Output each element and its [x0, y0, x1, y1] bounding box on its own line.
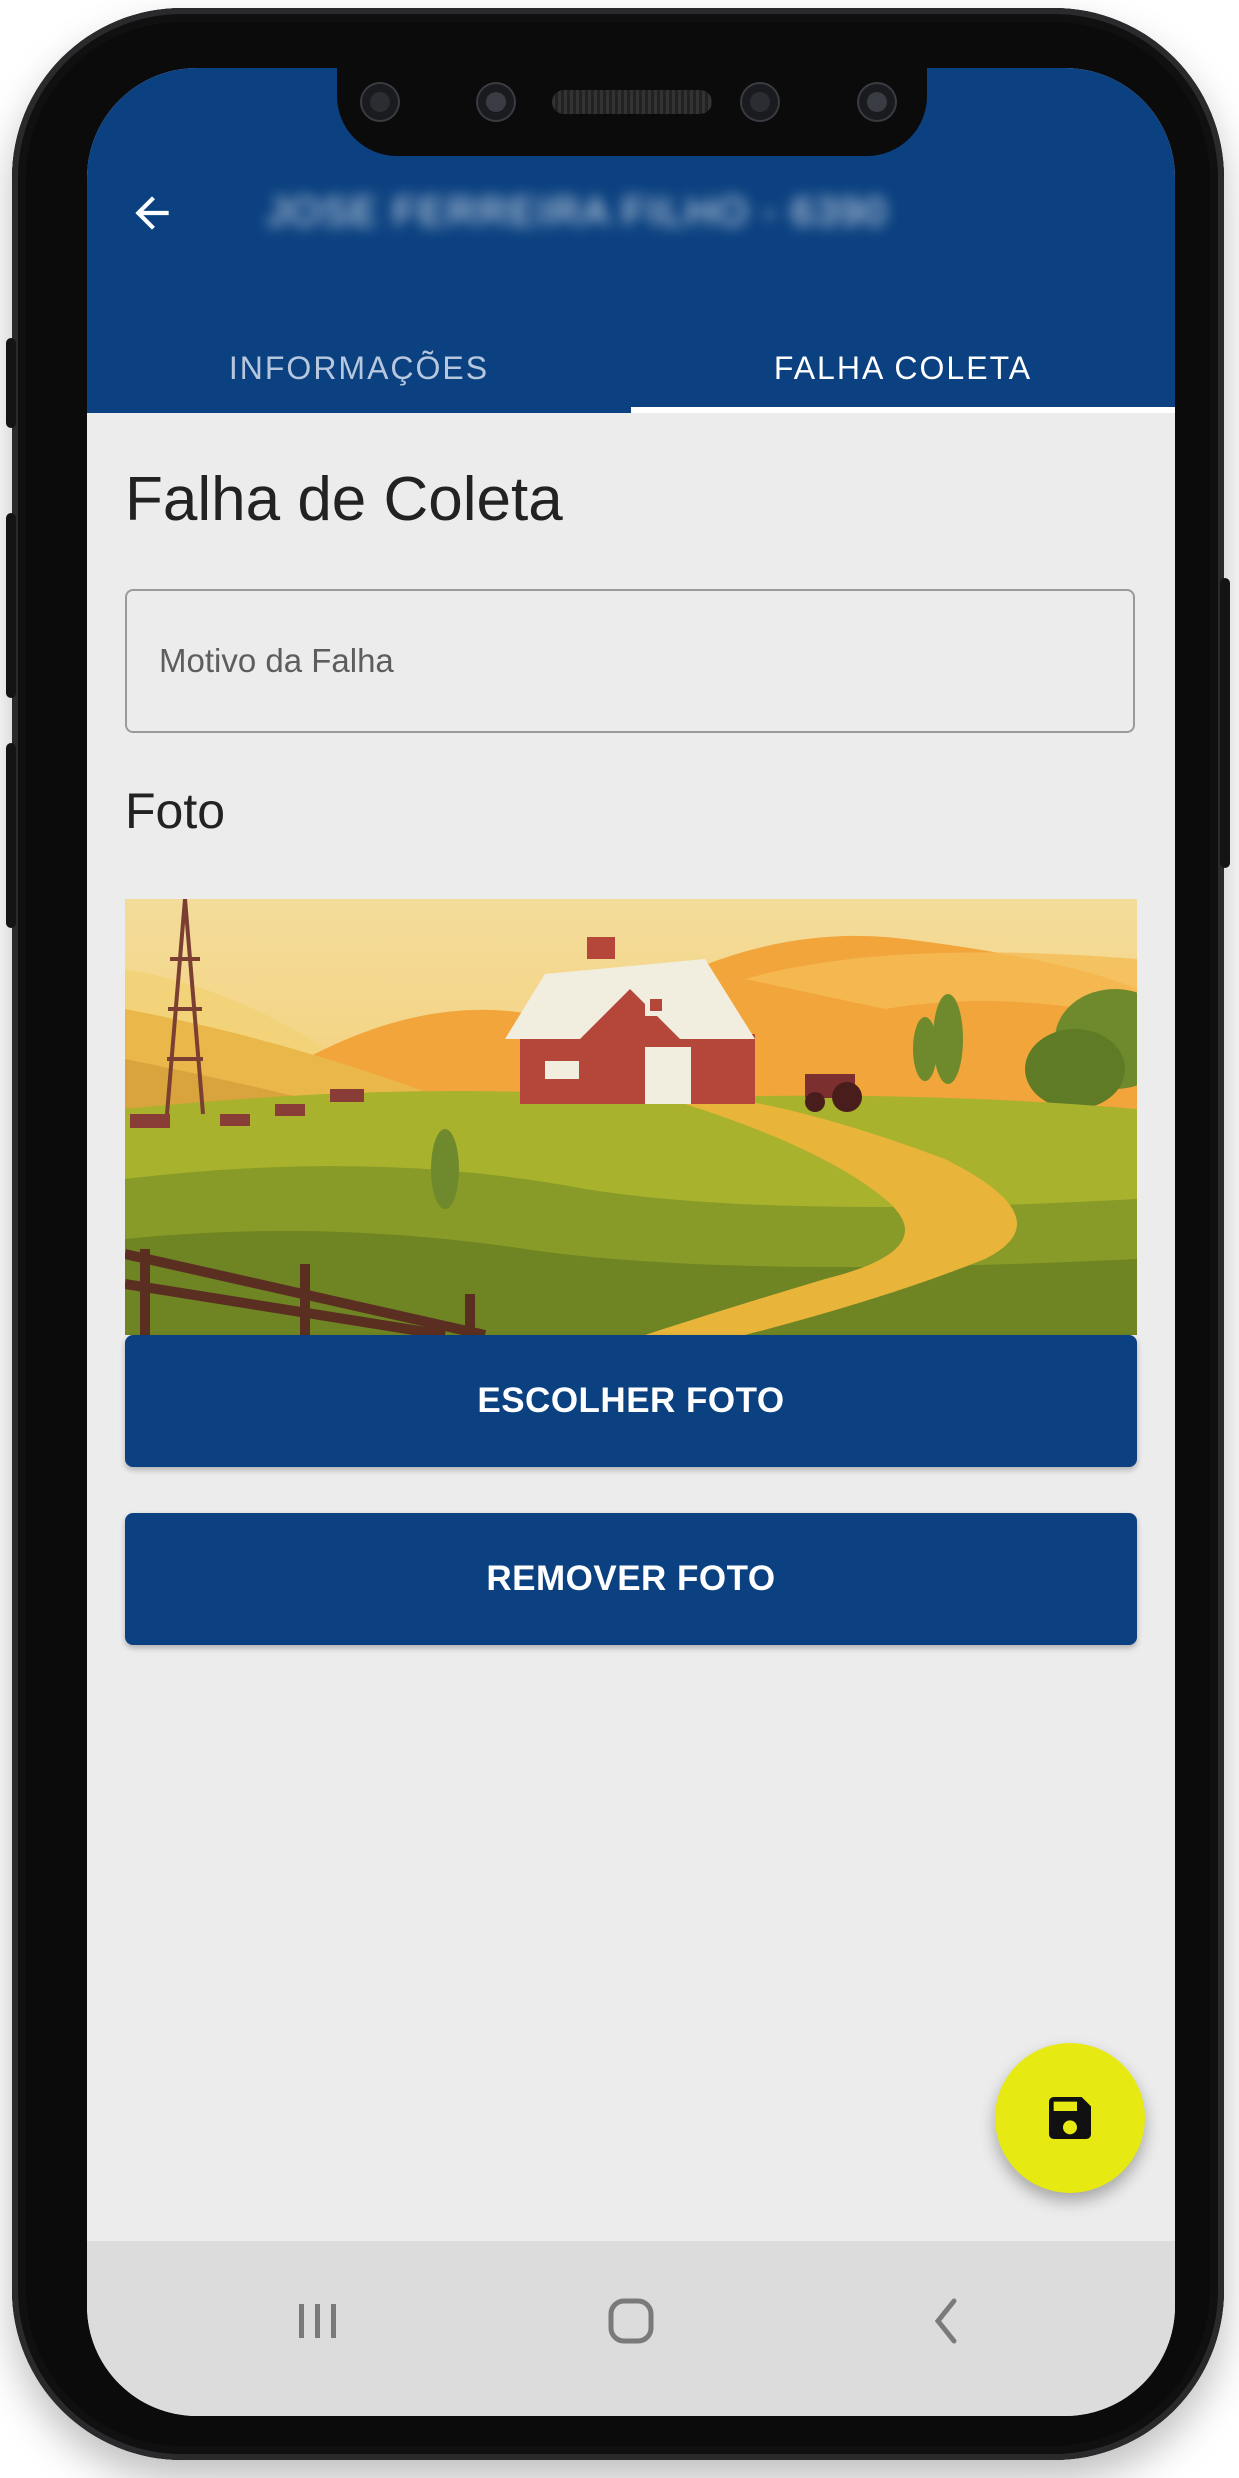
choose-photo-button[interactable]: ESCOLHER FOTO [125, 1335, 1137, 1467]
earpiece-speaker [552, 90, 712, 114]
tab-falha-coleta[interactable]: FALHA COLETA [631, 323, 1175, 413]
side-button [6, 743, 16, 928]
arrow-back-icon [135, 196, 169, 230]
side-button [6, 513, 16, 698]
save-icon [1049, 2097, 1091, 2139]
camera-lens [742, 84, 778, 120]
back-button[interactable] [117, 178, 187, 248]
remove-photo-button[interactable]: REMOVER FOTO [125, 1513, 1137, 1645]
screen: JOSE FERREIRA FILHO - 63903 INFORMAÇÕES … [87, 68, 1175, 2416]
phone-frame: JOSE FERREIRA FILHO - 63903 INFORMAÇÕES … [6, 8, 1230, 2460]
save-button[interactable] [995, 2043, 1145, 2193]
motivo-field[interactable] [125, 589, 1135, 733]
farm-photo [125, 899, 1137, 1335]
tab-informacoes[interactable]: INFORMAÇÕES [87, 323, 631, 413]
app-title: JOSE FERREIRA FILHO - 63903 [267, 190, 887, 234]
home-icon [608, 2298, 654, 2344]
page-title: Falha de Coleta [125, 465, 563, 534]
side-button [1220, 578, 1230, 868]
camera-lens [478, 84, 514, 120]
notch [337, 68, 927, 156]
recent-apps-icon [299, 2304, 336, 2338]
home-button[interactable] [581, 2281, 681, 2361]
system-back-button[interactable] [897, 2281, 997, 2361]
photo-label: Foto [125, 783, 226, 839]
system-nav-bar [87, 2241, 1175, 2416]
camera-lens [859, 84, 895, 120]
side-button [6, 338, 16, 428]
camera-lens [362, 84, 398, 120]
recent-apps-button[interactable] [267, 2281, 367, 2361]
back-icon [934, 2298, 957, 2344]
tab-indicator [631, 407, 1175, 413]
